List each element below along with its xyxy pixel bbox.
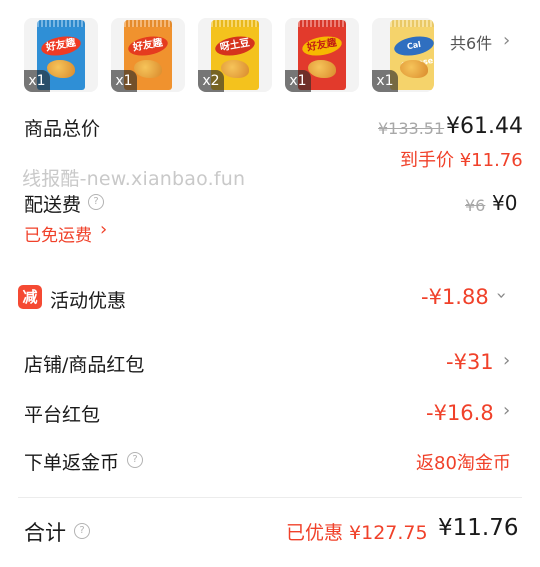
chip-image: [221, 60, 249, 78]
saved-amount: 已优惠 ¥127.75: [286, 522, 428, 544]
watermark: 线报酷-new.xianbao.fun: [22, 168, 246, 190]
quantity-badge: x1: [111, 70, 137, 92]
promo-value: -¥1.88: [421, 285, 489, 309]
chevron-right-icon[interactable]: ›: [503, 350, 510, 371]
platform-coupon-value: -¥16.8: [426, 401, 494, 425]
total-price: ¥61.44: [446, 114, 523, 139]
product-logo: 好友趣: [126, 33, 170, 59]
shipping-original: ¥6: [465, 196, 486, 215]
sum-value: ¥11.76: [438, 515, 519, 541]
product-thumb-3[interactable]: 呀土豆 x2: [198, 18, 272, 92]
cashback-label: 下单返金币: [24, 452, 120, 474]
quantity-badge: x2: [198, 70, 224, 92]
free-shipping-link[interactable]: 已免运费: [24, 221, 92, 246]
store-coupon-label: 店铺/商品红包: [24, 354, 145, 376]
sum-label: 合计: [24, 521, 66, 545]
original-price: ¥133.51: [378, 119, 445, 138]
promo-label: 活动优惠: [50, 290, 127, 312]
chevron-right-icon[interactable]: ›: [100, 219, 107, 240]
product-thumb-1[interactable]: 好友趣 x1: [24, 18, 98, 92]
chip-image: [47, 60, 75, 78]
help-icon[interactable]: ?: [74, 523, 90, 539]
chip-image: [308, 60, 336, 78]
shipping-price: ¥0: [492, 191, 518, 215]
help-icon[interactable]: ?: [88, 194, 104, 210]
product-thumb-4[interactable]: 好友趣 x1: [285, 18, 359, 92]
chip-image: [400, 60, 428, 78]
chevron-right-icon[interactable]: ›: [503, 400, 510, 421]
platform-coupon-label: 平台红包: [24, 404, 101, 426]
product-thumb-2[interactable]: 好友趣 x1: [111, 18, 185, 92]
quantity-badge: x1: [285, 70, 311, 92]
store-coupon-value: -¥31: [446, 350, 494, 374]
help-icon[interactable]: ?: [127, 452, 143, 468]
product-logo: 好友趣: [39, 33, 83, 59]
divider: [18, 497, 522, 498]
net-price: 到手价 ¥11.76: [400, 150, 523, 171]
quantity-badge: x1: [24, 70, 50, 92]
total-label: 商品总价: [24, 118, 101, 140]
more-items-link[interactable]: 共6件: [450, 30, 492, 54]
product-logo: Cal Cheese: [392, 33, 434, 70]
product-thumb-5[interactable]: Cal Cheese x1: [372, 18, 434, 92]
shipping-label: 配送费: [24, 194, 82, 216]
chevron-down-icon[interactable]: ›: [491, 292, 512, 299]
product-logo: 好友趣: [300, 33, 344, 59]
discount-badge: 减: [18, 285, 42, 309]
product-logo: 呀土豆: [213, 33, 257, 59]
quantity-badge: x1: [372, 70, 398, 92]
chevron-right-icon[interactable]: ›: [503, 30, 510, 51]
chip-image: [134, 60, 162, 78]
cashback-value: 返80淘金币: [416, 453, 511, 474]
